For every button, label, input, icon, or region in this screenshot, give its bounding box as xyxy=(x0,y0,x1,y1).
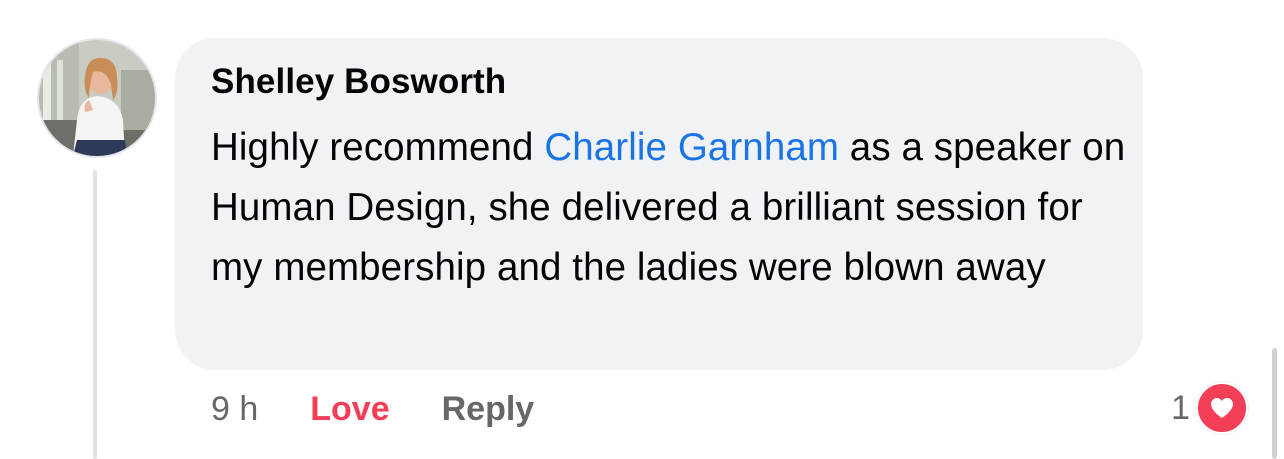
comment-text: Highly recommend Charlie Garnham as a sp… xyxy=(211,118,1131,298)
comment-author[interactable]: Shelley Bosworth xyxy=(211,62,506,102)
comment-text-before: Highly recommend xyxy=(211,126,545,169)
mention-link[interactable]: Charlie Garnham xyxy=(544,126,839,169)
scrollbar[interactable] xyxy=(1272,348,1277,459)
avatar[interactable] xyxy=(37,38,157,158)
comment-timestamp[interactable]: 9 h xyxy=(211,390,258,429)
comment-actions: 9 h Love Reply xyxy=(211,386,534,432)
thread-line xyxy=(93,170,97,459)
heart-icon xyxy=(1196,382,1248,434)
reaction-summary[interactable]: 1 xyxy=(1171,382,1248,434)
reply-button[interactable]: Reply xyxy=(442,390,535,429)
love-reaction-button[interactable]: Love xyxy=(310,390,389,429)
reaction-count: 1 xyxy=(1171,388,1190,427)
avatar-photo xyxy=(39,40,155,156)
